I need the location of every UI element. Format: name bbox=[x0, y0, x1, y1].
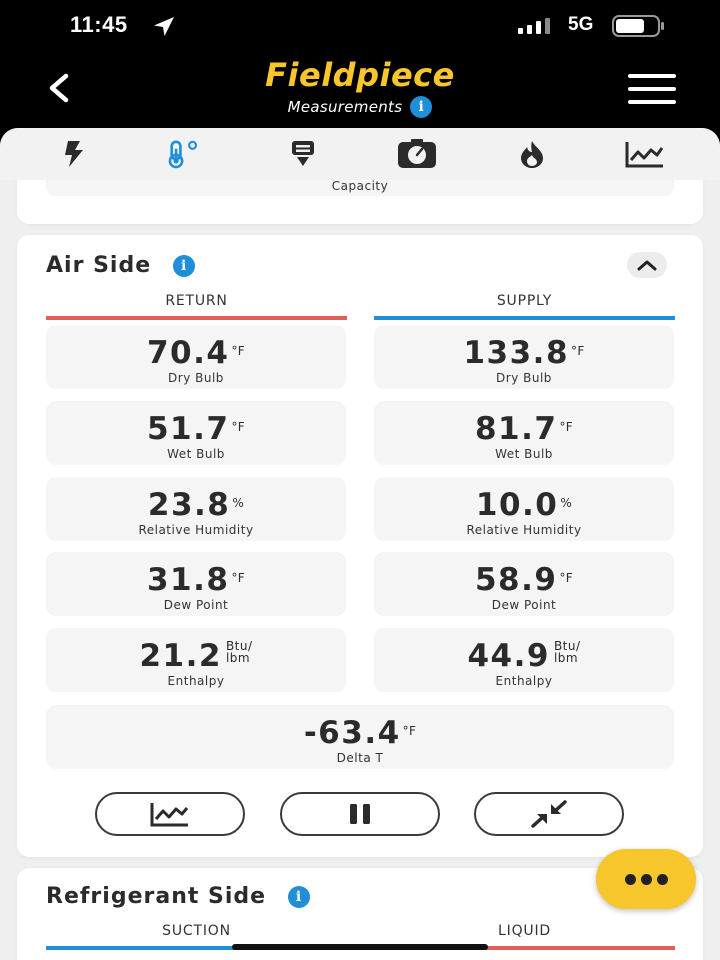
page-subtitle: Measurements i bbox=[288, 96, 433, 118]
air-side-card: Air Side i RETURN SUPPLY 70.4 °F Dry Bulb… bbox=[17, 235, 703, 857]
tab-chart[interactable] bbox=[625, 136, 665, 172]
graph-button[interactable] bbox=[95, 792, 245, 836]
reading-label: Dew Point bbox=[491, 598, 557, 612]
reading-label: Wet Bulb bbox=[495, 447, 553, 461]
return-wet-bulb-tile[interactable]: 51.7 °F Wet Bulb bbox=[46, 401, 346, 465]
reading-unit: Btu/lbm bbox=[226, 640, 253, 664]
tab-flame[interactable] bbox=[512, 136, 552, 172]
reading-label: Enthalpy bbox=[167, 674, 225, 688]
collapse-view-button[interactable] bbox=[474, 792, 624, 836]
collapse-button[interactable] bbox=[627, 252, 667, 278]
tab-gauge[interactable] bbox=[397, 136, 437, 172]
section-title: Refrigerant Side i bbox=[46, 884, 311, 909]
reading-value: 81.7 bbox=[474, 411, 558, 447]
reading-value: 70.4 bbox=[146, 335, 230, 371]
hamburger-menu-button[interactable] bbox=[628, 74, 676, 104]
reading-label: Dew Point bbox=[163, 598, 229, 612]
return-enthalpy-tile[interactable]: 21.2 Btu/lbm Enthalpy bbox=[46, 628, 346, 692]
return-column-header: RETURN bbox=[46, 293, 347, 320]
download-icon bbox=[292, 141, 314, 166]
reading-value: 21.2 bbox=[139, 638, 222, 674]
reading-unit: °F bbox=[402, 724, 417, 738]
info-icon[interactable]: i bbox=[288, 885, 311, 908]
more-options-button[interactable] bbox=[596, 849, 696, 909]
info-icon[interactable]: i bbox=[173, 254, 196, 277]
status-time: 11:45 bbox=[70, 12, 128, 37]
reading-label: Wet Bulb bbox=[167, 447, 225, 461]
status-bar: 11:45 5G bbox=[0, 0, 720, 52]
unit-bottom: lbm bbox=[553, 651, 579, 665]
reading-value: 10.0 bbox=[475, 487, 559, 523]
signal-icon bbox=[518, 18, 550, 34]
network-type: 5G bbox=[568, 14, 594, 35]
supply-column-header: SUPPLY bbox=[374, 293, 675, 320]
back-button[interactable] bbox=[44, 70, 78, 106]
location-arrow-icon bbox=[154, 17, 174, 36]
line-chart-icon bbox=[625, 142, 664, 168]
reading-label: Dry Bulb bbox=[168, 371, 224, 385]
reading-value: -63.4 bbox=[303, 715, 401, 751]
air-side-title: Air Side bbox=[46, 253, 152, 278]
reading-label: Dry Bulb bbox=[496, 371, 552, 385]
thermometer-icon bbox=[168, 140, 198, 169]
supply-dry-bulb-tile[interactable]: 133.8 °F Dry Bulb bbox=[374, 325, 674, 389]
main-content[interactable]: Capacity Air Side i RETURN SUPPLY 70.4 °F… bbox=[0, 128, 720, 960]
fieldpiece-logo: Fieldpiece bbox=[265, 56, 455, 94]
supply-humidity-tile[interactable]: 10.0% Relative Humidity bbox=[374, 477, 674, 541]
pause-button[interactable] bbox=[280, 792, 440, 836]
lightning-icon bbox=[65, 141, 83, 167]
tab-download[interactable] bbox=[283, 136, 323, 172]
page-title: Measurements bbox=[287, 98, 403, 116]
reading-label: Delta T bbox=[336, 751, 384, 765]
home-indicator bbox=[232, 944, 488, 950]
refrigerant-side-title: Refrigerant Side bbox=[46, 884, 267, 909]
reading-unit: °F bbox=[571, 344, 585, 358]
unit-bottom: lbm bbox=[225, 651, 251, 665]
delta-t-tile[interactable]: -63.4 °F Delta T bbox=[46, 705, 674, 769]
minimize-arrows-icon bbox=[531, 800, 567, 828]
section-title: Air Side i bbox=[46, 253, 196, 278]
chevron-up-icon bbox=[637, 260, 657, 271]
reading-unit: Btu/lbm bbox=[554, 640, 581, 664]
supply-wet-bulb-tile[interactable]: 81.7 °F Wet Bulb bbox=[374, 401, 674, 465]
return-dry-bulb-tile[interactable]: 70.4 °F Dry Bulb bbox=[46, 325, 346, 389]
return-dew-point-tile[interactable]: 31.8 °F Dew Point bbox=[46, 552, 346, 616]
reading-unit: °F bbox=[231, 344, 245, 358]
measurement-tabs bbox=[0, 128, 720, 180]
reading-unit: °F bbox=[231, 420, 245, 434]
supply-dew-point-tile[interactable]: 58.9 °F Dew Point bbox=[374, 552, 674, 616]
reading-value: 23.8 bbox=[147, 487, 231, 523]
reading-unit: °F bbox=[559, 420, 573, 434]
reading-value: 51.7 bbox=[146, 411, 230, 447]
return-humidity-tile[interactable]: 23.8% Relative Humidity bbox=[46, 477, 346, 541]
tab-electrical[interactable] bbox=[54, 136, 94, 172]
reading-label: Relative Humidity bbox=[138, 523, 254, 537]
reading-label: Relative Humidity bbox=[466, 523, 582, 537]
tab-temperature[interactable] bbox=[163, 136, 203, 172]
supply-enthalpy-tile[interactable]: 44.9 Btu/lbm Enthalpy bbox=[374, 628, 674, 692]
reading-value: 133.8 bbox=[463, 335, 570, 371]
reading-unit: °F bbox=[559, 571, 573, 585]
reading-value: 58.9 bbox=[474, 562, 558, 598]
reading-value: 31.8 bbox=[146, 562, 230, 598]
reading-unit: % bbox=[232, 496, 245, 510]
reading-value: 44.9 bbox=[467, 638, 550, 674]
flame-icon bbox=[521, 141, 543, 168]
capacity-label: Capacity bbox=[331, 179, 389, 193]
app-brand: Fieldpiece Measurements i bbox=[210, 56, 510, 118]
reading-label: Enthalpy bbox=[495, 674, 553, 688]
battery-icon bbox=[612, 15, 664, 37]
pause-icon bbox=[350, 804, 370, 824]
line-chart-icon bbox=[150, 803, 189, 827]
reading-unit: % bbox=[560, 496, 573, 510]
info-icon[interactable]: i bbox=[410, 96, 433, 118]
reading-unit: °F bbox=[231, 571, 245, 585]
gauge-icon bbox=[398, 139, 436, 168]
